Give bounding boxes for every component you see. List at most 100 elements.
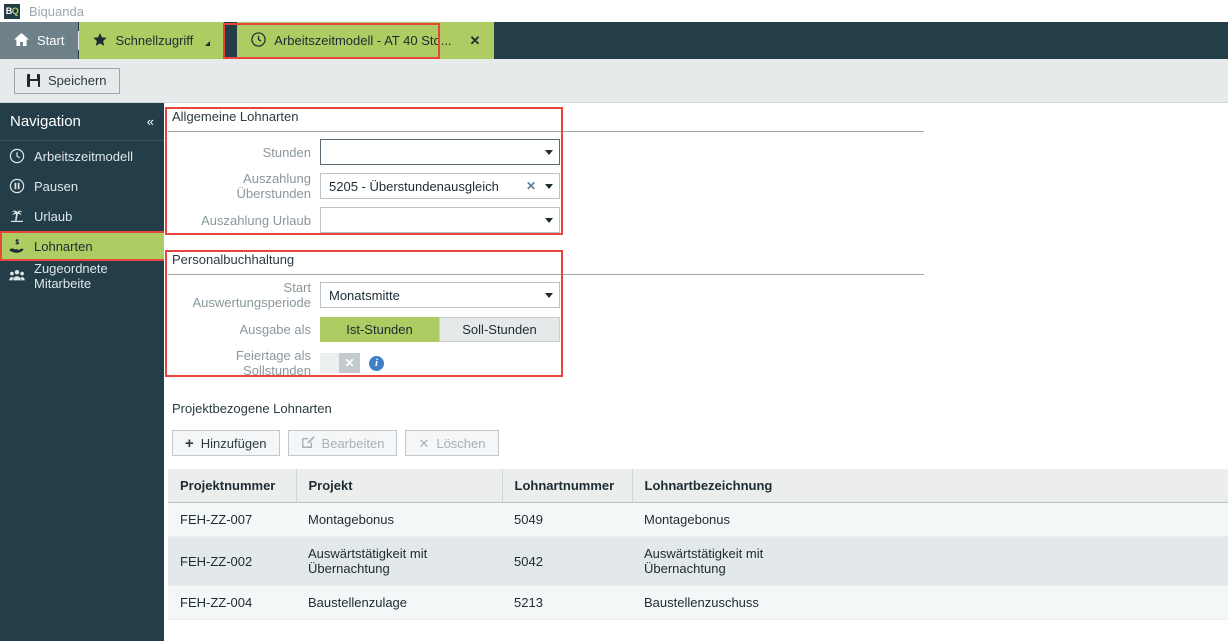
column-header-lohnartnummer[interactable]: Lohnartnummer [502, 469, 633, 503]
cell-projekt: Baustellenzulage [296, 585, 502, 620]
sidebar-item-urlaub[interactable]: Urlaub [0, 201, 164, 231]
tab-bar: Start Schnellzugriff Arbeitszeitmodell -… [0, 22, 1228, 59]
field-row-stunden: Stunden [168, 138, 928, 166]
section-title: Personalbuchhaltung [172, 252, 295, 267]
navigation-header: Navigation « [0, 103, 164, 141]
table-row[interactable]: FEH-ZZ-004 Baustellenzulage 5213 Baustel… [168, 585, 1228, 620]
sidebar-label: Urlaub [34, 208, 73, 224]
plus-icon: + [185, 434, 194, 452]
sidebar-label: Pausen [34, 178, 79, 194]
section-divider [168, 274, 924, 275]
table-toolbar: + Hinzufügen Bearbeiten ✕ Löschen [168, 430, 1228, 456]
cell-lohnartnummer: 5042 [502, 536, 632, 586]
chevron-down-icon [545, 292, 553, 298]
auszahlung-ueberstunden-select[interactable]: 5205 - Überstundenausgleich ✕ [320, 173, 560, 199]
cell-filler [838, 536, 1228, 586]
section-title: Allgemeine Lohnarten [172, 109, 299, 124]
sidebar-item-lohnarten[interactable]: Lohnarten [0, 231, 164, 261]
cell-projektnummer: FEH-ZZ-002 [168, 536, 296, 586]
delete-x-icon: ✕ [418, 435, 430, 451]
tab-start-label: Start [37, 33, 65, 48]
edit-pencil-icon [301, 435, 315, 451]
tab-schnellzugriff-label: Schnellzugriff [115, 33, 194, 48]
tab-arbeitszeitmodell-label: Arbeitszeitmodell - AT 40 Std... [274, 33, 452, 48]
sidebar-label: Arbeitszeitmodell [34, 148, 133, 164]
sidebar-label: Lohnarten [34, 238, 93, 254]
sidebar-item-zugeordnete-mitarbeiter[interactable]: Zugeordnete Mitarbeite [0, 261, 164, 291]
cell-projekt: Montagebonus [296, 502, 502, 537]
save-button[interactable]: Speichern [14, 67, 120, 94]
navigation-sidebar: Navigation « Arbeitszeitmodell Pausen Ur… [0, 103, 166, 641]
window-title-bar: BQ Biquanda [0, 0, 1228, 22]
field-label: Auszahlung Urlaub [201, 212, 311, 228]
section-personalbuchhaltung: Personalbuchhaltung Start Auswertungsper… [168, 252, 928, 378]
table-header-row: Projektnummer Projekt Lohnartnummer Lohn… [168, 469, 1228, 503]
field-row-feiertage-als-sollstunden: Feiertage als Sollstunden ✕ i [168, 348, 928, 378]
collapse-sidebar-icon[interactable]: « [147, 114, 154, 129]
loeschen-button[interactable]: ✕ Löschen [405, 430, 499, 456]
clear-icon[interactable]: ✕ [526, 179, 536, 193]
column-header-filler [838, 469, 1228, 503]
cell-lohnartnummer: 5049 [502, 502, 632, 537]
toggle-ist-stunden[interactable]: Ist-Stunden [320, 316, 439, 342]
sidebar-item-arbeitszeitmodell[interactable]: Arbeitszeitmodell [0, 141, 164, 171]
hinzufuegen-button[interactable]: + Hinzufügen [172, 430, 280, 456]
field-label: Feiertage als Sollstunden [235, 348, 311, 378]
palm-tree-icon [9, 208, 25, 224]
bearbeiten-button[interactable]: Bearbeiten [287, 430, 398, 456]
app-title: Biquanda [29, 3, 84, 19]
field-row-auszahlung-ueberstunden: Auszahlung Überstunden 5205 - Überstunde… [168, 171, 928, 201]
cell-filler [838, 585, 1228, 620]
field-label: Stunden [262, 144, 311, 160]
auszahlung-urlaub-select[interactable] [320, 207, 560, 233]
cell-lohnartnummer: 5213 [502, 585, 632, 620]
stunden-select[interactable] [320, 139, 560, 165]
home-icon [14, 33, 29, 48]
field-row-auszahlung-urlaub: Auszahlung Urlaub [168, 206, 928, 234]
cell-lohnartbezeichnung: Auswärtstätigkeit mit Übernachtung [632, 536, 838, 586]
app-logo: BQ [4, 3, 20, 19]
people-group-icon [9, 268, 25, 284]
section-title: Projektbezogene Lohnarten [172, 401, 332, 416]
cell-projektnummer: FEH-ZZ-007 [168, 502, 296, 537]
sidebar-label: Zugeordnete Mitarbeite [34, 261, 108, 291]
cell-projektnummer: FEH-ZZ-004 [168, 585, 296, 620]
start-auswertungsperiode-select[interactable]: Monatsmitte [320, 282, 560, 308]
column-header-lohnartbezeichnung[interactable]: Lohnartbezeichnung [632, 469, 838, 503]
start-auswertungsperiode-value: Monatsmitte [329, 287, 400, 303]
section-projektbezogene-lohnarten: Projektbezogene Lohnarten + Hinzufügen B… [168, 401, 1228, 620]
field-row-ausgabe-als: Ausgabe als Ist-Stunden Soll-Stunden [168, 315, 928, 343]
hinzufuegen-label: Hinzufügen [200, 435, 267, 451]
navigation-title: Navigation [10, 113, 81, 130]
save-floppy-icon [27, 74, 40, 87]
table-row[interactable]: FEH-ZZ-007 Montagebonus 5049 Montagebonu… [168, 502, 1228, 537]
hand-money-icon [9, 238, 25, 254]
toggle-knob [320, 353, 339, 373]
info-icon[interactable]: i [369, 355, 384, 371]
tab-start[interactable]: Start [0, 22, 79, 59]
field-label: Ausgabe als [239, 321, 311, 337]
feiertage-als-sollstunden-toggle[interactable]: ✕ [320, 353, 360, 373]
clock-icon [9, 148, 25, 164]
cell-lohnartbezeichnung: Montagebonus [632, 502, 838, 537]
column-header-projektnummer[interactable]: Projektnummer [168, 469, 297, 503]
main-content: Allgemeine Lohnarten Stunden Auszahlung … [164, 103, 1228, 641]
close-icon[interactable]: ✕ [470, 33, 481, 49]
field-row-start-auswertungsperiode: Start Auswertungsperiode Monatsmitte [168, 280, 928, 310]
chevron-down-icon[interactable] [205, 41, 211, 46]
tab-schnellzugriff[interactable]: Schnellzugriff [79, 22, 225, 59]
ausgabe-als-toggle-group: Ist-Stunden Soll-Stunden [320, 316, 560, 342]
cell-projekt: Auswärtstätigkeit mit Übernachtung [296, 536, 502, 586]
star-icon [93, 33, 108, 48]
column-header-projekt[interactable]: Projekt [296, 469, 503, 503]
save-button-label: Speichern [48, 73, 107, 88]
main-toolbar: Speichern [0, 59, 1228, 103]
sidebar-item-pausen[interactable]: Pausen [0, 171, 164, 201]
table-row[interactable]: FEH-ZZ-002 Auswärtstätigkeit mit Übernac… [168, 536, 1228, 586]
loeschen-label: Löschen [436, 435, 486, 451]
tab-arbeitszeitmodell[interactable]: Arbeitszeitmodell - AT 40 Std... ✕ [237, 22, 495, 59]
toggle-soll-stunden[interactable]: Soll-Stunden [439, 316, 560, 342]
pause-circle-icon [9, 178, 25, 194]
body-container: Navigation « Arbeitszeitmodell Pausen Ur… [0, 103, 1228, 641]
section-divider [168, 131, 924, 132]
